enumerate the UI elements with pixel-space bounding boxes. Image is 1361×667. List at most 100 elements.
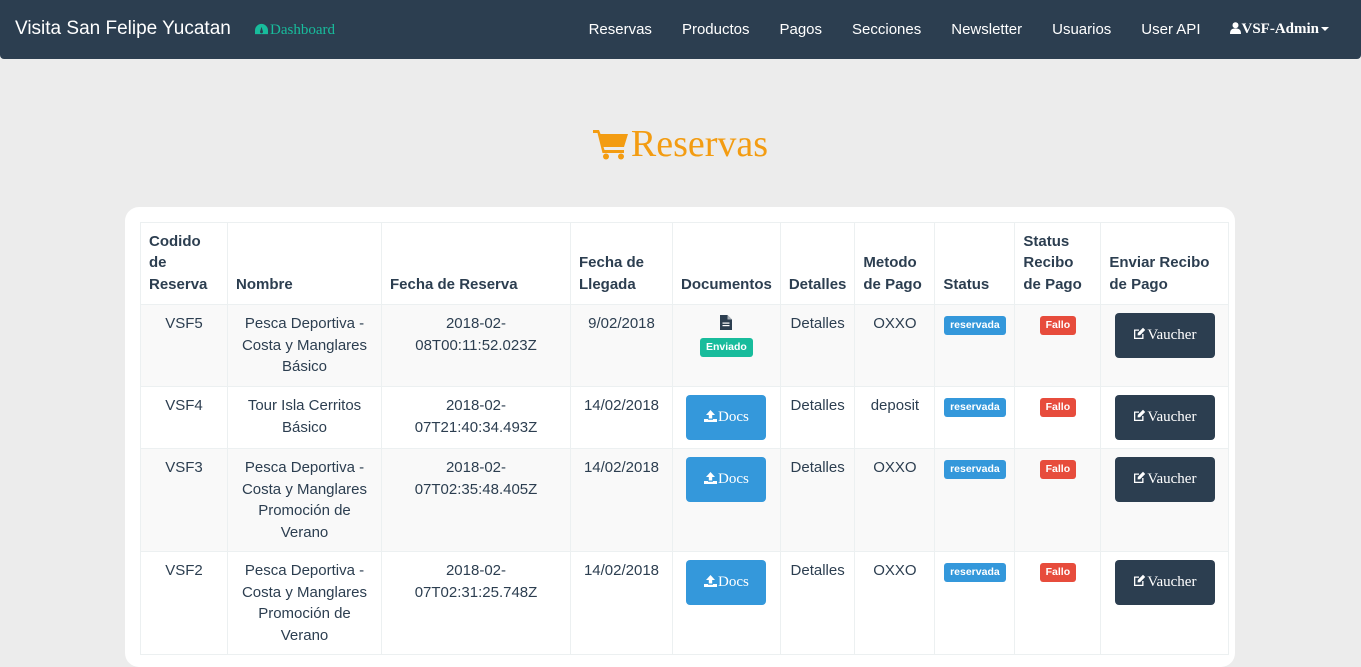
vaucher-label: Vaucher [1147, 409, 1197, 425]
nav-pagos[interactable]: Pagos [764, 21, 837, 38]
cell-status-recibo: Fallo [1014, 304, 1102, 387]
header-status-recibo: Status Recibo de Pago [1014, 222, 1102, 305]
header-detalles: Detalles [779, 222, 856, 305]
user-icon [1230, 22, 1242, 34]
edit-icon [1134, 327, 1146, 339]
cell-detalles[interactable]: Detalles [779, 386, 856, 449]
page-title: Reservas [0, 122, 1361, 166]
fallo-badge: Fallo [1039, 460, 1077, 479]
cell-fecha-reserva: 2018-02-08T00:11:52.023Z [381, 304, 571, 387]
cell-fecha-reserva: 2018-02-07T02:35:48.405Z [381, 448, 571, 552]
edit-icon [1134, 471, 1146, 483]
header-status: Status [934, 222, 1016, 305]
cell-enviar: Vaucher [1100, 448, 1230, 552]
header-documentos: Documentos [672, 222, 781, 305]
docs-button[interactable]: Docs [686, 457, 767, 502]
cell-status-recibo: Fallo [1014, 448, 1102, 552]
cell-status-recibo: Fallo [1014, 551, 1102, 655]
upload-icon [704, 575, 717, 587]
status-badge: reservada [944, 398, 1006, 417]
cell-enviar: Vaucher [1100, 386, 1230, 449]
table-row: VSF4 Tour Isla Cerritos Básico 2018-02-0… [140, 386, 1230, 449]
upload-icon [704, 410, 717, 422]
vaucher-label: Vaucher [1147, 574, 1197, 590]
docs-label: Docs [718, 574, 749, 590]
cell-codigo: VSF5 [140, 304, 228, 387]
nav-links: Reservas Productos Pagos Secciones Newsl… [574, 0, 1361, 59]
status-badge: reservada [944, 563, 1006, 582]
table-row: VSF5 Pesca Deportiva - Costa y Manglares… [140, 304, 1230, 387]
fallo-badge: Fallo [1039, 398, 1077, 417]
cell-metodo: OXXO [854, 304, 936, 387]
cell-documentos: Docs [672, 551, 781, 655]
header-nombre: Nombre [227, 222, 382, 305]
cell-documentos: Docs [672, 448, 781, 552]
cell-codigo: VSF4 [140, 386, 228, 449]
vaucher-button[interactable]: Vaucher [1114, 457, 1215, 502]
cell-fecha-llegada: 9/02/2018 [570, 304, 673, 387]
nav-secciones[interactable]: Secciones [837, 21, 936, 38]
cell-nombre: Pesca Deportiva - Costa y Manglares Bási… [227, 304, 382, 387]
edit-icon [1134, 574, 1146, 586]
cell-fecha-llegada: 14/02/2018 [570, 551, 673, 655]
page-title-text: Reservas [630, 123, 769, 165]
nav-usuarios[interactable]: Usuarios [1037, 21, 1126, 38]
header-metodo: Metodo de Pago [854, 222, 936, 305]
cell-status: reservada [934, 551, 1016, 655]
cell-metodo: deposit [854, 386, 936, 449]
cell-status-recibo: Fallo [1014, 386, 1102, 449]
cell-detalles[interactable]: Detalles [779, 448, 856, 552]
table-row: VSF2 Pesca Deportiva - Costa y Manglares… [140, 551, 1230, 655]
cell-metodo: OXXO [854, 448, 936, 552]
user-menu-label: VSF-Admin [1241, 21, 1319, 37]
edit-icon [1134, 409, 1146, 421]
cell-enviar: Vaucher [1100, 304, 1230, 387]
vaucher-button[interactable]: Vaucher [1114, 395, 1215, 440]
reservas-panel: Codido de Reserva Nombre Fecha de Reserv… [125, 207, 1235, 667]
cell-codigo: VSF3 [140, 448, 228, 552]
vaucher-button[interactable]: Vaucher [1114, 313, 1215, 358]
table-row: VSF3 Pesca Deportiva - Costa y Manglares… [140, 448, 1230, 552]
cell-codigo: VSF2 [140, 551, 228, 655]
header-fecha-llegada: Fecha de Llegada [570, 222, 673, 305]
cell-documentos: Docs [672, 386, 781, 449]
table-header-row: Codido de Reserva Nombre Fecha de Reserv… [140, 222, 1230, 305]
status-badge: reservada [944, 316, 1006, 335]
cell-nombre: Tour Isla Cerritos Básico [227, 386, 382, 449]
vaucher-button[interactable]: Vaucher [1114, 560, 1215, 605]
docs-label: Docs [718, 471, 749, 487]
cell-metodo: OXXO [854, 551, 936, 655]
nav-user-api[interactable]: User API [1126, 21, 1215, 38]
cart-icon [592, 130, 628, 160]
brand[interactable]: Visita San Felipe Yucatan [15, 18, 231, 40]
cell-status: reservada [934, 304, 1016, 387]
user-menu[interactable]: VSF-Admin [1215, 21, 1361, 38]
cell-status: reservada [934, 448, 1016, 552]
docs-button[interactable]: Docs [686, 395, 767, 440]
dashboard-icon [255, 23, 268, 35]
cell-nombre: Pesca Deportiva - Costa y Manglares Prom… [227, 448, 382, 552]
dashboard-label: Dashboard [270, 22, 335, 38]
cell-documentos: Enviado [672, 304, 781, 387]
reservas-table: Codido de Reserva Nombre Fecha de Reserv… [140, 222, 1230, 655]
nav-newsletter[interactable]: Newsletter [936, 21, 1037, 38]
docs-label: Docs [718, 409, 749, 425]
fallo-badge: Fallo [1039, 316, 1077, 335]
navbar: Visita San Felipe Yucatan Dashboard Rese… [0, 0, 1361, 59]
docs-button[interactable]: Docs [686, 560, 767, 605]
dashboard-link[interactable]: Dashboard [254, 22, 335, 39]
cell-enviar: Vaucher [1100, 551, 1230, 655]
status-badge: reservada [944, 460, 1006, 479]
fallo-badge: Fallo [1039, 563, 1077, 582]
nav-productos[interactable]: Productos [667, 21, 765, 38]
enviado-badge: Enviado [700, 338, 753, 357]
upload-icon [704, 472, 717, 484]
cell-fecha-reserva: 2018-02-07T02:31:25.748Z [381, 551, 571, 655]
cell-detalles[interactable]: Detalles [779, 304, 856, 387]
header-fecha-reserva: Fecha de Reserva [381, 222, 571, 305]
caret-down-icon [1321, 27, 1329, 31]
nav-reservas[interactable]: Reservas [574, 21, 667, 38]
cell-detalles[interactable]: Detalles [779, 551, 856, 655]
vaucher-label: Vaucher [1147, 471, 1197, 487]
cell-fecha-reserva: 2018-02-07T21:40:34.493Z [381, 386, 571, 449]
